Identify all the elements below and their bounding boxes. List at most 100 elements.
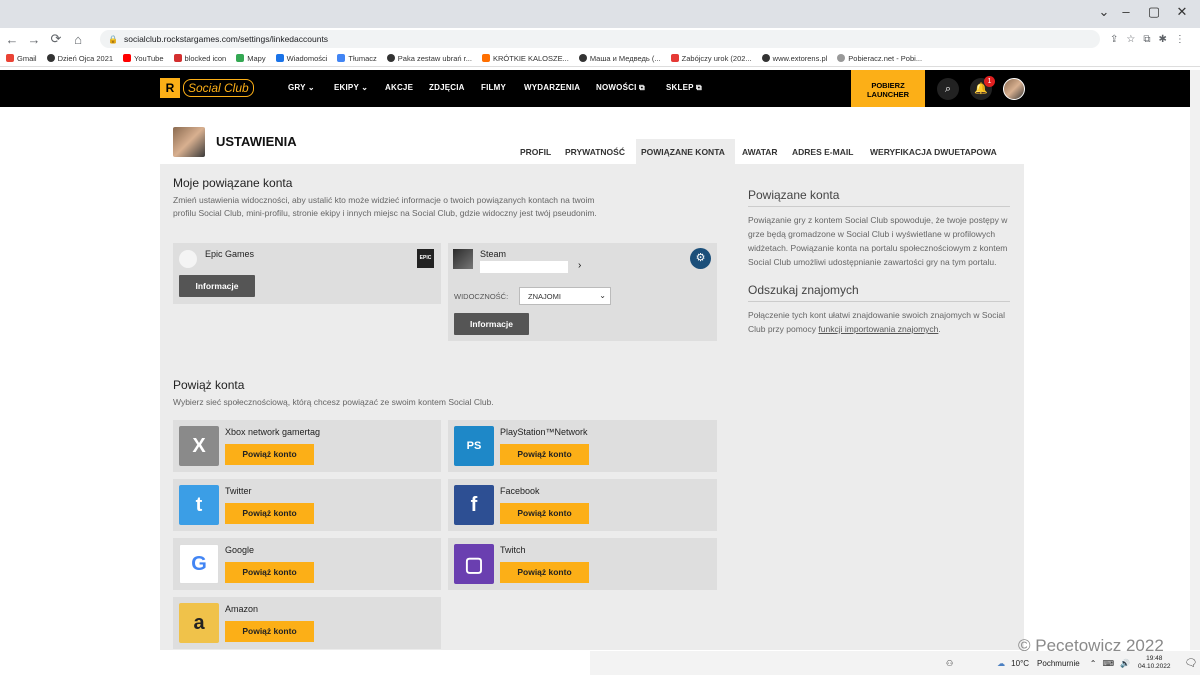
clock[interactable]: 19:48 04.10.2022 [1138,655,1171,671]
nav-nowosci[interactable]: NOWOŚCI ⧉ [596,83,645,93]
connect-account-button[interactable]: Powiąż konto [500,503,589,524]
connect-account-button[interactable]: Powiąż konto [225,621,314,642]
bookmark-item[interactable]: Pobieracz.net - Pobi... [837,54,922,63]
minimize-icon[interactable]: – [1112,4,1140,19]
search-icon[interactable]: ⌕ [937,78,959,100]
nav-ekipy[interactable]: EKIPY ⌄ [334,83,368,92]
tray-chevron-icon[interactable]: ⌃ [1090,659,1097,668]
bookmark-item[interactable]: www.extorens.pl [761,54,827,63]
chevron-down-icon: ⌄ [599,291,606,300]
service-name: Twitch [500,545,526,555]
nav-zdjecia[interactable]: ZDJĘCIA [429,83,465,92]
scrollbar[interactable] [1190,70,1200,650]
visibility-value: ZNAJOMI [528,292,561,301]
forward-icon[interactable]: → [24,32,44,47]
steam-name: Steam [480,249,507,259]
bookmark-item[interactable]: Paka zestaw ubrań r... [386,54,472,63]
reload-icon[interactable]: ⟳ [46,31,66,47]
nav-sklep[interactable]: SKLEP ⧉ [666,83,702,93]
launcher-line-2: LAUNCHER [866,90,910,99]
connect-account-button[interactable]: Powiąż konto [500,444,589,465]
import-friends-link[interactable]: funkcji importowania znajomych [818,324,938,334]
chevron-right-icon[interactable]: › [578,260,581,271]
bookmark-item[interactable]: Zabójczy urok (202... [670,54,752,63]
rockstar-logo-icon: R [160,78,180,98]
bookmark-item[interactable]: Маша и Медведь (... [578,54,661,63]
tab-awatar[interactable]: AWATAR [742,147,778,157]
puzzle-icon[interactable]: ✱ [1159,34,1167,45]
clock-time: 19:48 [1146,655,1163,662]
sidebar-heading-friends: Odszukaj znajomych [748,283,1010,302]
bookmark-item[interactable]: Mapy [236,54,266,63]
menu-icon[interactable]: ⋮ [1175,34,1185,45]
sidebar-text-friends: Połączenie tych kont ułatwi znajdowanie … [748,308,1010,336]
info-sidebar: Powiązane konta Powiązanie gry z kontem … [748,188,1010,336]
connect-desc: Wybierz sieć społecznościową, którą chce… [173,397,494,407]
extension-icon[interactable]: ⧉ [1143,34,1150,45]
tab-weryfikacja[interactable]: WERYFIKACJA DWUETAPOWA [870,147,997,157]
epic-games-icon: EPIC [417,249,434,268]
watermark: © Pecetowicz 2022 [1018,636,1164,655]
tab-profil[interactable]: PROFIL [520,147,551,157]
bookmarks-bar: Gmail Dzień Ojca 2021 YouTube blocked ic… [0,50,1200,67]
connect-account-button[interactable]: Powiąż konto [225,503,314,524]
people-icon[interactable]: ⚇ [946,659,953,668]
facebook-icon: f [454,485,494,525]
nav-wydarzenia[interactable]: WYDARZENIA [524,83,580,92]
share-icon[interactable]: ⇪ [1110,34,1118,45]
tab-prywatnosc[interactable]: PRYWATNOŚĆ [565,147,625,157]
bookmark-item[interactable]: KRÓTKIE KALOSZE... [481,54,569,63]
browser-tabstrip [0,0,1200,28]
social-club-logo[interactable]: R Social Club [160,78,268,98]
service-name: Facebook [500,486,540,496]
download-launcher-button[interactable]: POBIERZ LAUNCHER [851,70,925,107]
sidebar-text-end: . [938,324,941,334]
keyboard-icon[interactable]: ⌨ [1102,659,1114,668]
profile-avatar [173,127,205,157]
nav-gry[interactable]: GRY ⌄ [288,83,315,92]
temperature: 10°C [1011,658,1030,668]
launcher-line-1: POBIERZ [871,81,905,90]
connect-title: Powiąż konta [173,378,245,392]
weather-text: Pochmurnie [1037,658,1080,668]
weather-icon: ☁ [997,658,1006,668]
visibility-select[interactable]: ZNAJOMI ⌄ [519,287,611,305]
service-name: Google [225,545,255,555]
star-icon[interactable]: ☆ [1126,34,1135,45]
tab-powiazane-konta[interactable]: POWIĄZANE KONTA [641,147,725,157]
xbox-icon: X [179,426,219,466]
connect-account-button[interactable]: Powiąż konto [225,562,314,583]
service-name: Twitter [225,486,252,496]
url-text: socialclub.rockstargames.com/settings/li… [123,34,329,44]
notifications-icon[interactable]: 🗨 [1185,658,1198,669]
close-icon[interactable]: ✕ [1168,4,1196,20]
clock-date: 04.10.2022 [1137,663,1171,670]
epic-info-button[interactable]: Informacje [179,275,255,297]
sidebar-heading-linked: Powiązane konta [748,188,1010,207]
steam-info-button[interactable]: Informacje [454,313,529,335]
connect-account-button[interactable]: Powiąż konto [500,562,589,583]
volume-icon[interactable]: 🔊 [1120,659,1130,668]
bookmark-item[interactable]: Dzień Ojca 2021 [46,54,113,63]
notification-badge: 1 [984,76,995,87]
bookmark-item[interactable]: blocked icon [173,54,226,63]
nav-akcje[interactable]: AKCJE [385,83,413,92]
bookmark-item[interactable]: Wiadomości [275,54,327,63]
user-avatar[interactable] [1003,78,1025,100]
twitter-icon: t [179,485,219,525]
tab-adres-email[interactable]: ADRES E-MAIL [792,147,853,157]
nav-filmy[interactable]: FILMY [481,83,506,92]
steam-avatar [453,249,473,269]
bookmark-item[interactable]: YouTube [123,54,164,63]
maximize-icon[interactable]: ▢ [1140,4,1168,20]
home-icon[interactable]: ⌂ [68,32,88,47]
connect-account-button[interactable]: Powiąż konto [225,444,314,465]
url-field[interactable]: 🔒 socialclub.rockstargames.com/settings/… [100,30,1100,48]
social-club-wordmark: Social Club [183,79,254,97]
back-icon[interactable]: ← [2,32,22,47]
lock-icon: 🔒 [108,34,118,44]
bookmark-item[interactable]: Gmail [6,54,37,63]
amazon-icon: a [179,603,219,643]
bookmark-item[interactable]: Tłumacz [337,54,377,63]
user-placeholder-icon [179,250,197,268]
